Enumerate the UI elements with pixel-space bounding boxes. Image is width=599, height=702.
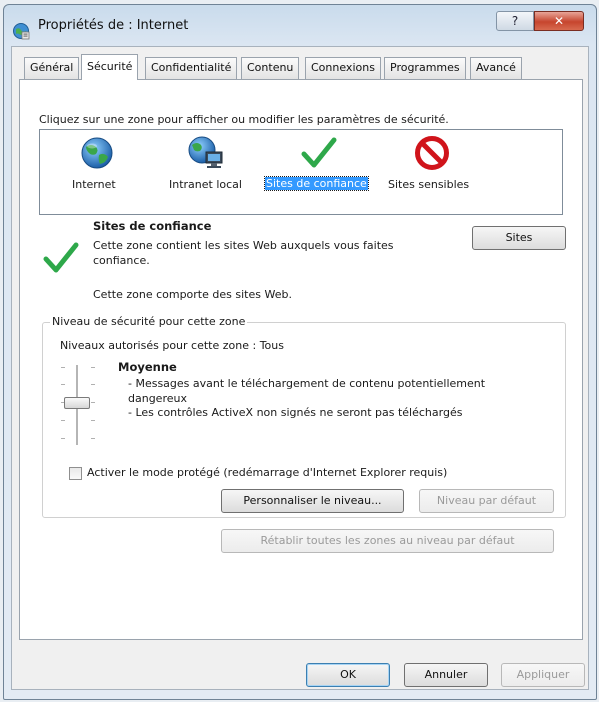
security-level-slider-thumb[interactable] bbox=[64, 397, 90, 409]
zone-info-note: Cette zone comporte des sites Web. bbox=[93, 288, 292, 301]
window-title: Propriétés de : Internet bbox=[38, 18, 189, 33]
protected-mode-label[interactable]: Activer le mode protégé (redémarrage d'I… bbox=[87, 466, 447, 479]
apply-button[interactable]: Appliquer bbox=[501, 663, 585, 687]
help-button[interactable]: ? bbox=[496, 11, 534, 31]
security-level-bullet: - Les contrôles ActiveX non signés ne se… bbox=[128, 406, 463, 419]
reset-all-zones-button[interactable]: Rétablir toutes les zones au niveau par … bbox=[221, 529, 554, 553]
internet-options-icon bbox=[13, 23, 30, 40]
slider-tick bbox=[91, 402, 95, 403]
slider-tick bbox=[91, 420, 95, 421]
zone-info-description: Cette zone contient les sites Web auxque… bbox=[93, 239, 394, 267]
slider-tick bbox=[61, 367, 65, 368]
allowed-levels-text: Niveaux autorisés pour cette zone : Tous bbox=[60, 339, 284, 352]
network-globe-icon[interactable] bbox=[186, 134, 226, 172]
tab-advanced[interactable]: Avancé bbox=[470, 57, 522, 79]
security-level-description: - Messages avant le téléchargement de co… bbox=[128, 377, 508, 421]
sites-button[interactable]: Sites bbox=[472, 226, 566, 250]
protected-mode-checkbox[interactable] bbox=[69, 467, 82, 480]
default-level-button[interactable]: Niveau par défaut bbox=[419, 489, 554, 513]
zone-trusted-label[interactable]: Sites de confiance bbox=[264, 176, 369, 191]
tab-privacy[interactable]: Confidentialité bbox=[145, 57, 238, 79]
zone-info-title: Sites de confiance bbox=[93, 219, 212, 233]
slider-tick bbox=[91, 384, 95, 385]
zone-restricted-label[interactable]: Sites sensibles bbox=[388, 178, 469, 191]
slider-tick bbox=[61, 384, 65, 385]
tab-programs[interactable]: Programmes bbox=[384, 57, 466, 79]
zone-intranet-label[interactable]: Intranet local bbox=[169, 178, 242, 191]
tab-content[interactable]: Contenu bbox=[241, 57, 300, 79]
slider-tick bbox=[61, 420, 65, 421]
restricted-icon[interactable] bbox=[413, 134, 451, 172]
security-level-bullet: - Messages avant le téléchargement de co… bbox=[128, 377, 486, 405]
security-level-legend: Niveau de sécurité pour cette zone bbox=[50, 315, 248, 328]
ok-button[interactable]: OK bbox=[306, 663, 390, 687]
zone-internet-label[interactable]: Internet bbox=[72, 178, 116, 191]
checkmark-icon[interactable] bbox=[300, 134, 338, 172]
cancel-button[interactable]: Annuler bbox=[404, 663, 488, 687]
slider-tick bbox=[61, 438, 65, 439]
tab-security[interactable]: Sécurité bbox=[81, 54, 139, 80]
zones-instruction: Cliquez sur une zone pour afficher ou mo… bbox=[39, 113, 449, 126]
trusted-zone-check-icon bbox=[43, 242, 79, 273]
slider-tick bbox=[91, 367, 95, 368]
close-button[interactable]: ✕ bbox=[534, 11, 584, 31]
slider-tick bbox=[91, 438, 95, 439]
tab-connections[interactable]: Connexions bbox=[305, 57, 381, 79]
security-level-name: Moyenne bbox=[118, 360, 177, 374]
globe-icon[interactable] bbox=[79, 135, 115, 171]
custom-level-button[interactable]: Personnaliser le niveau... bbox=[221, 489, 404, 513]
tab-general[interactable]: Général bbox=[24, 57, 80, 79]
